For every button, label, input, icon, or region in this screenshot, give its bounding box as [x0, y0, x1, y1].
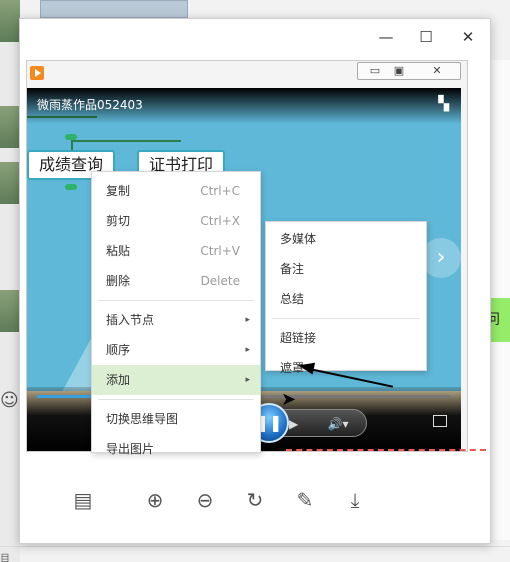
- thumbnail-view-icon[interactable]: ▤: [70, 487, 96, 513]
- menu-item-cut[interactable]: 剪切 Ctrl+X: [92, 206, 260, 236]
- background-dashed-line: [286, 449, 486, 451]
- menu-item-label: 插入节点: [106, 313, 155, 327]
- context-menu: 复制 Ctrl+C 剪切 Ctrl+X 粘贴 Ctrl+V 删除 Delete 插入节点…: [91, 171, 261, 456]
- mindmap-expand-icon: [65, 184, 77, 190]
- player-close-icon[interactable]: ✕: [428, 63, 446, 79]
- submenu-item-multimedia[interactable]: 多媒体: [266, 224, 426, 254]
- menu-item-order[interactable]: 顺序 ▸: [92, 335, 260, 365]
- menu-item-label: 删除: [106, 274, 131, 288]
- menu-item-paste[interactable]: 粘贴 Ctrl+V: [92, 236, 260, 266]
- image-viewer-window: — ☐ ✕ ▭ ▣ ✕ 成绩查询 证书打印 微雨蒸作品052403 ▚ › ▶▶…: [19, 18, 491, 544]
- download-icon[interactable]: ⤓: [342, 487, 368, 513]
- menu-item-switch-mindmap[interactable]: 切换思维导图: [92, 404, 260, 434]
- menu-item-label: 添加: [106, 373, 131, 387]
- menu-item-label: 剪切: [106, 214, 131, 228]
- add-submenu: 多媒体 备注 总结 超链接 遮罩: [265, 221, 427, 375]
- maximize-button[interactable]: ☐: [414, 26, 438, 48]
- zoom-in-icon[interactable]: ⊕: [142, 487, 168, 513]
- contact-avatar[interactable]: [0, 106, 20, 148]
- chat-bubble-text: 问: [490, 312, 500, 328]
- submenu-arrow-icon: ▸: [245, 375, 250, 385]
- chat-sidebar-strip: [0, 0, 20, 562]
- submenu-item-note[interactable]: 备注: [266, 254, 426, 284]
- menu-separator: [98, 300, 254, 301]
- viewer-toolbar: ▤ ⊕ ⊖ ↻ ✎ ⤓: [20, 457, 490, 543]
- menu-item-label: 导出图片: [106, 442, 155, 456]
- emoji-icon[interactable]: ☺: [0, 390, 19, 411]
- menu-item-label: 切换思维导图: [106, 412, 179, 426]
- chat-bubble: 问: [490, 298, 510, 342]
- player-restore-icon[interactable]: ▣: [390, 63, 408, 79]
- edit-icon[interactable]: ✎: [292, 487, 318, 513]
- rotate-icon[interactable]: ↻: [242, 487, 268, 513]
- submenu-item-hyperlink[interactable]: 超链接: [266, 323, 426, 353]
- minimize-button[interactable]: —: [374, 26, 398, 48]
- menu-shortcut: Ctrl+C: [200, 184, 240, 198]
- video-title: 微雨蒸作品052403: [37, 98, 143, 112]
- mindmap-connector: [71, 140, 181, 142]
- zoom-out-icon[interactable]: ⊖: [192, 487, 218, 513]
- menu-item-delete[interactable]: 删除 Delete: [92, 266, 260, 296]
- playlist-icon[interactable]: ▚: [438, 96, 449, 112]
- player-logo-icon: [30, 66, 44, 80]
- volume-icon[interactable]: 🔊▾: [318, 410, 358, 438]
- mouse-cursor-icon: ➤: [281, 389, 297, 410]
- menu-item-insert-node[interactable]: 插入节点 ▸: [92, 305, 260, 335]
- chat-image-thumbnail[interactable]: [40, 0, 188, 18]
- menu-item-add[interactable]: 添加 ▸: [92, 365, 260, 395]
- menu-item-label: 粘贴: [106, 244, 131, 258]
- fullscreen-icon[interactable]: [433, 415, 447, 427]
- contact-avatar[interactable]: [0, 162, 20, 204]
- submenu-item-mask[interactable]: 遮罩: [266, 353, 426, 383]
- submenu-arrow-icon: ▸: [245, 345, 250, 355]
- menu-shortcut: Ctrl+X: [200, 214, 240, 228]
- contact-avatar[interactable]: [0, 0, 20, 42]
- contact-avatar[interactable]: [0, 290, 20, 332]
- submenu-arrow-icon: ▸: [245, 315, 250, 325]
- player-minimize-icon[interactable]: ▭: [366, 63, 384, 79]
- menu-separator: [98, 399, 254, 400]
- menu-item-copy[interactable]: 复制 Ctrl+C: [92, 176, 260, 206]
- menu-separator: [272, 318, 420, 319]
- divider: [0, 546, 510, 547]
- submenu-item-summary[interactable]: 总结: [266, 284, 426, 314]
- bottom-text: 目: [0, 554, 10, 562]
- next-image-arrow-icon[interactable]: ›: [421, 238, 461, 278]
- close-button[interactable]: ✕: [456, 26, 480, 48]
- player-window-controls: ▭ ▣ ✕: [357, 62, 461, 80]
- menu-item-label: 复制: [106, 184, 131, 198]
- menu-shortcut: Delete: [200, 274, 240, 288]
- menu-item-label: 顺序: [106, 343, 131, 357]
- screen: { "player": { "video_title": "微雨蒸作品05240…: [0, 0, 510, 562]
- menu-shortcut: Ctrl+V: [200, 244, 240, 258]
